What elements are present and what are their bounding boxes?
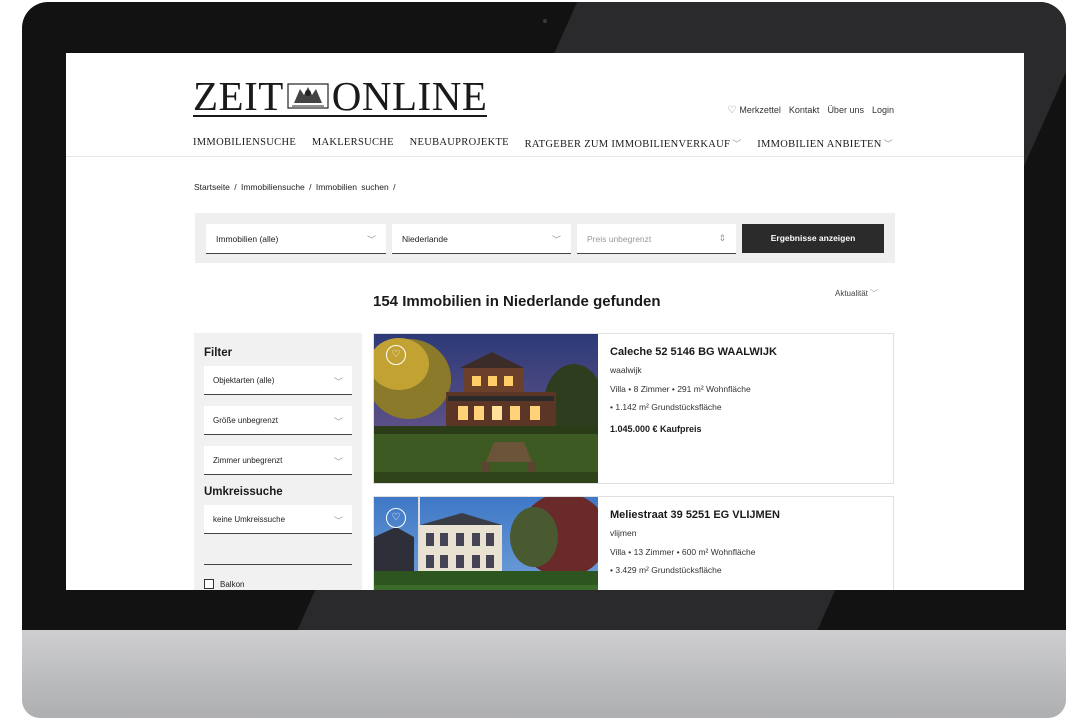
listing-features: Villa • 8 Zimmer • 291 m² Wohnfläche <box>610 384 751 394</box>
listing-photo[interactable]: ♡ <box>374 497 598 590</box>
checkbox[interactable] <box>204 579 214 589</box>
chevron-down-icon: ﹀ <box>870 289 879 298</box>
chevron-down-icon: ﹀ <box>333 377 343 387</box>
nav-label: IMMOBILIENSUCHE <box>193 137 297 148</box>
chevron-down-icon: ﹀ <box>551 235 561 245</box>
villa-photo <box>374 497 598 590</box>
select-value: Größe unbegrenzt <box>213 416 278 425</box>
radius-heading: Umkreissuche <box>204 486 283 498</box>
link-kontakt[interactable]: Kontakt <box>789 105 820 116</box>
listing-plot-size: • 1.142 m² Grundstücksfläche <box>610 402 722 412</box>
nav-item-neubauprojekte[interactable]: NEUBAUPROJEKTE <box>410 137 509 150</box>
size-select[interactable]: Größe unbegrenzt ﹀ <box>204 406 352 435</box>
villa-dusk-photo <box>374 334 598 483</box>
listing-features: Villa • 13 Zimmer • 600 m² Wohnfläche <box>610 547 756 557</box>
listing-info: Caleche 52 5146 BG WAALWIJK waalwijk Vil… <box>610 346 890 434</box>
logo-text-left: ZEIT <box>193 73 284 119</box>
nav-item-ratgeber[interactable]: RATGEBER ZUM IMMOBILIENVERKAUF ﹀ <box>525 137 742 150</box>
chevron-down-icon: ﹀ <box>366 235 376 245</box>
price-select[interactable]: Preis unbegrenzt ⇕ <box>577 224 736 254</box>
chevron-down-icon: ﹀ <box>732 139 742 149</box>
heart-icon: ♡ <box>727 105 737 116</box>
chevron-down-icon: ﹀ <box>333 516 343 526</box>
listing-plot-size: • 3.429 m² Grundstücksfläche <box>610 565 722 575</box>
nav-label: MAKLERSUCHE <box>311 137 394 148</box>
chevron-down-icon: ﹀ <box>333 457 343 467</box>
breadcrumb[interactable]: Startseite / Immobiliensuche / Immobilie… <box>194 182 395 192</box>
nav-label: RATGEBER ZUM IMMOBILIENVERKAUF <box>524 139 731 150</box>
checkbox-label: Balkon <box>220 579 245 589</box>
location-select[interactable]: Niederlande ﹀ <box>392 224 571 254</box>
select-value: Zimmer unbegrenzt <box>213 456 283 465</box>
listing-card[interactable]: ♡ Meliestraat 39 5251 EG VLIJMEN vlijmen… <box>373 496 894 590</box>
logo-text-right: ONLINE <box>331 73 488 119</box>
property-type-select[interactable]: Immobilien (alle) ﹀ <box>206 224 386 254</box>
sort-select[interactable]: Aktualität ﹀ <box>835 288 878 299</box>
link-merkzettel[interactable]: Merkzettel <box>739 105 781 116</box>
listing-card[interactable]: ♡ Caleche 52 5146 BG WAALWIJK waalwijk V… <box>373 333 894 484</box>
nav-item-immobilien-anbieten[interactable]: IMMOBILIEN ANBIETEN ﹀ <box>757 137 893 150</box>
sort-label: Aktualität <box>835 289 868 298</box>
select-value: keine Umkreissuche <box>213 515 286 524</box>
header-utility-links: ♡ Merkzettel Kontakt Über uns Login <box>727 105 894 116</box>
select-value: Immobilien (alle) <box>216 234 279 244</box>
select-placeholder: Preis unbegrenzt <box>587 234 652 244</box>
object-types-select[interactable]: Objektarten (alle) ﹀ <box>204 366 352 395</box>
balcony-filter[interactable]: Balkon <box>204 579 352 589</box>
filter-heading: Filter <box>204 347 233 359</box>
rooms-select[interactable]: Zimmer unbegrenzt ﹀ <box>204 446 352 475</box>
nav-label: NEUBAUPROJEKTE <box>409 137 509 148</box>
listing-city: vlijmen <box>610 528 637 538</box>
listing-city: waalwijk <box>610 365 642 375</box>
listing-price: 1.045.000 € Kaufpreis <box>610 424 702 434</box>
listing-address[interactable]: Caleche 52 5146 BG WAALWIJK <box>610 346 890 358</box>
chevron-down-icon: ﹀ <box>883 139 893 149</box>
camera-dot <box>543 19 547 23</box>
listing-photo[interactable]: ♡ <box>374 334 598 483</box>
eagle-emblem-icon <box>287 83 329 109</box>
nav-item-immobiliensuche[interactable]: IMMOBILIENSUCHE <box>193 137 296 150</box>
chevron-down-icon: ﹀ <box>333 417 343 427</box>
monitor-chin <box>22 630 1066 718</box>
favorite-heart-icon[interactable]: ♡ <box>386 345 406 365</box>
select-value: Niederlande <box>402 234 448 244</box>
listing-address[interactable]: Meliestraat 39 5251 EG VLIJMEN <box>610 509 890 521</box>
browser-screen: ZEIT ONLINE ♡ Merkzettel Kontakt Über un… <box>66 53 1024 590</box>
zeit-online-logo[interactable]: ZEIT ONLINE <box>193 73 488 119</box>
link-ueber-uns[interactable]: Über uns <box>827 105 864 116</box>
results-title: 154 Immobilien in Niederlande gefunden <box>373 293 661 310</box>
favorite-heart-icon[interactable]: ♡ <box>386 508 406 528</box>
site-header: ZEIT ONLINE ♡ Merkzettel Kontakt Über un… <box>66 53 1024 157</box>
show-results-button[interactable]: Ergebnisse anzeigen <box>742 224 884 253</box>
search-bar: Immobilien (alle) ﹀ Niederlande ﹀ Preis … <box>195 213 895 263</box>
radius-select[interactable]: keine Umkreissuche ﹀ <box>204 505 352 534</box>
listing-info: Meliestraat 39 5251 EG VLIJMEN vlijmen V… <box>610 509 890 587</box>
main-navigation: IMMOBILIENSUCHE MAKLERSUCHE NEUBAUPROJEK… <box>193 137 893 150</box>
stepper-icon: ⇕ <box>718 233 726 243</box>
select-value: Objektarten (alle) <box>213 376 275 385</box>
location-input[interactable] <box>204 545 352 565</box>
link-login[interactable]: Login <box>872 105 894 116</box>
filter-sidebar: Filter Objektarten (alle) ﹀ Größe unbegr… <box>194 333 362 590</box>
nav-label: IMMOBILIEN ANBIETEN <box>757 139 882 150</box>
nav-item-maklersuche[interactable]: MAKLERSUCHE <box>312 137 394 150</box>
